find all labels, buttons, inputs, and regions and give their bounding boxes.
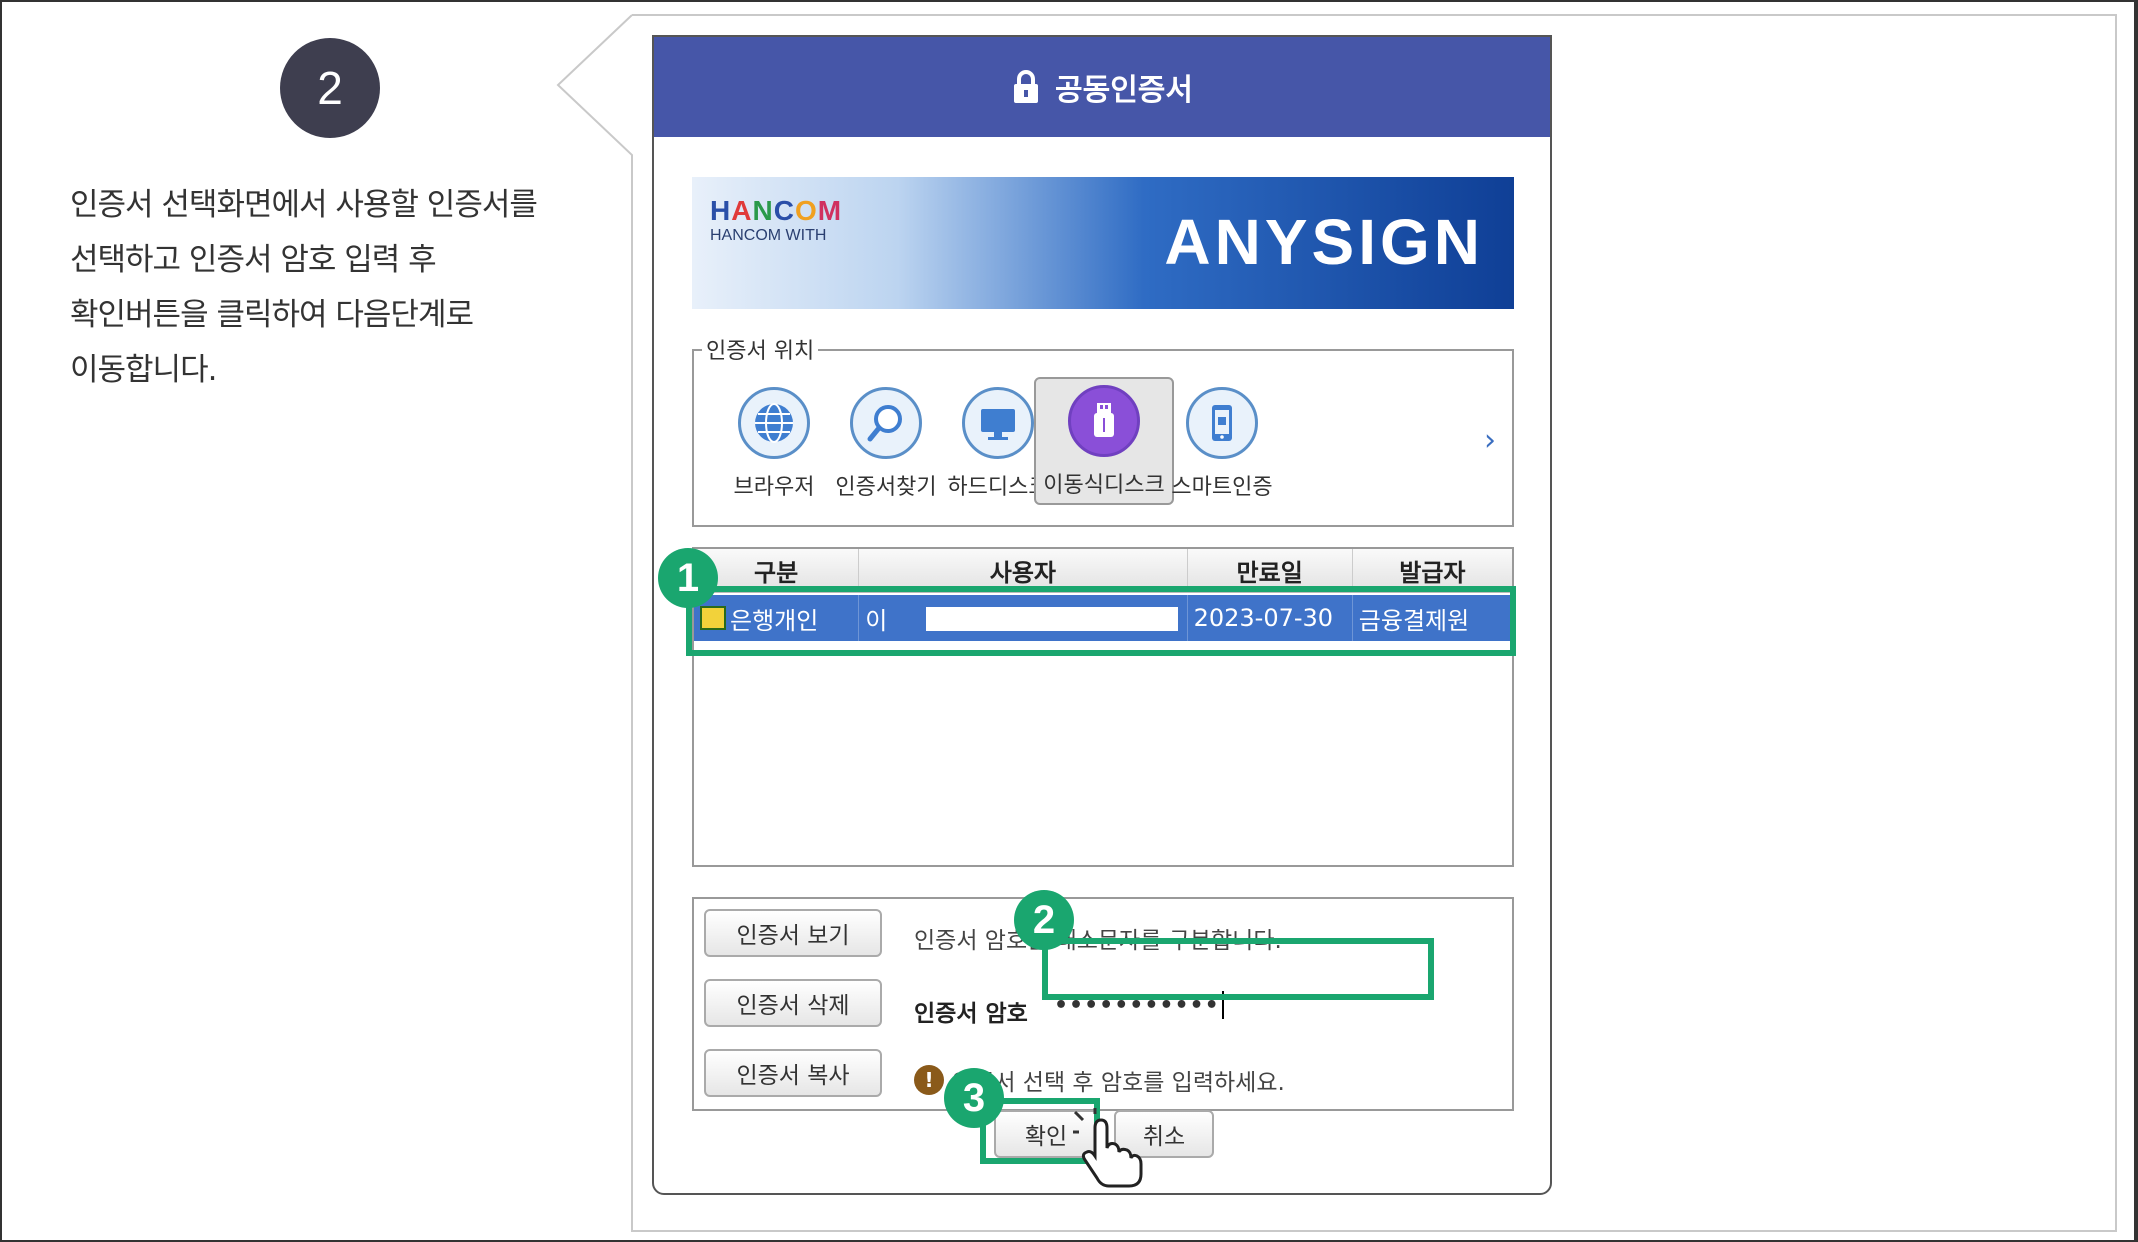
action-group: 인증서 보기 인증서 삭제 인증서 복사 인증서 암호는 대소문자를 구분합니다… — [692, 897, 1514, 1111]
dialog-title: 공동인증서 — [1055, 73, 1193, 108]
usb-icon — [1068, 385, 1140, 457]
step-number-badge: 2 — [280, 38, 380, 138]
step-number: 2 — [317, 62, 343, 114]
description-line: 선택하고 인증서 암호 입력 후 — [70, 242, 437, 278]
highlight-certificate-row — [686, 586, 1516, 656]
highlight-password-input — [1042, 938, 1434, 1000]
certificate-location-group: 인증서 위치 브라우저 인증서찾기 하드디스크 이동식디스크 스마트인증 › — [692, 333, 1514, 527]
badge-number: 3 — [962, 1075, 986, 1120]
annotation-badge-1: 1 — [658, 548, 718, 608]
chevron-right-icon[interactable]: › — [1484, 423, 1496, 458]
dialog-title-bar: 공동인증서 — [654, 37, 1550, 137]
view-cert-button[interactable]: 인증서 보기 — [704, 909, 882, 957]
location-label: 인증서찾기 — [835, 475, 937, 500]
product-name: ANYSIGN — [1164, 206, 1484, 278]
copy-cert-button[interactable]: 인증서 복사 — [704, 1049, 882, 1097]
location-legend: 인증서 위치 — [702, 333, 819, 365]
anysign-banner: HANCOM HANCOM WITH ANYSIGN — [692, 177, 1514, 309]
hancom-subtitle: HANCOM WITH — [710, 227, 827, 244]
search-icon — [850, 387, 922, 459]
hand-cursor-icon — [1073, 1108, 1143, 1188]
delete-cert-button[interactable]: 인증서 삭제 — [704, 979, 882, 1027]
monitor-icon — [962, 387, 1034, 459]
warning-icon: ! — [914, 1065, 944, 1095]
lock-icon — [1014, 70, 1038, 103]
password-label: 인증서 암호 — [914, 1001, 1028, 1027]
badge-number: 2 — [1032, 897, 1056, 942]
location-label: 이동식디스크 — [1043, 473, 1165, 498]
annotation-badge-2: 2 — [1014, 890, 1074, 950]
annotation-badge-3: 3 — [944, 1068, 1004, 1128]
globe-icon — [738, 387, 810, 459]
hancom-logo: HANCOM — [710, 195, 843, 226]
smartphone-icon — [1186, 387, 1258, 459]
description-line: 인증서 선택화면에서 사용할 인증서를 — [70, 187, 538, 223]
description-line: 이동합니다. — [70, 352, 217, 388]
step-description: 인증서 선택화면에서 사용할 인증서를 선택하고 인증서 암호 입력 후 확인버… — [70, 178, 590, 398]
badge-number: 1 — [676, 555, 700, 600]
location-smart-cert[interactable]: 스마트인증 — [1152, 381, 1292, 505]
description-line: 확인버튼을 클릭하여 다음단계로 — [70, 297, 474, 333]
location-label: 브라우저 — [733, 475, 815, 500]
location-label: 스마트인증 — [1171, 475, 1273, 500]
